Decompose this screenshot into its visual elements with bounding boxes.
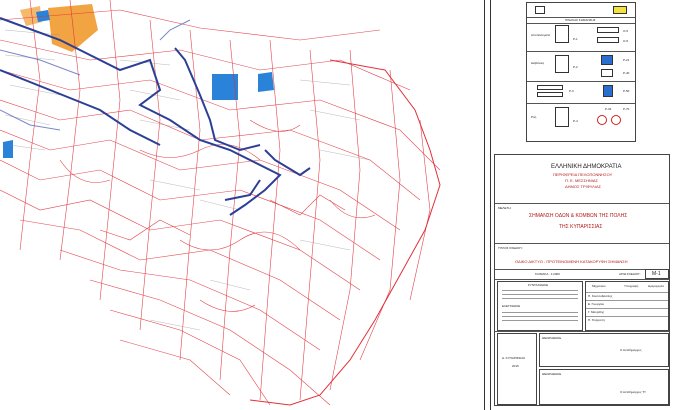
authority-line-2: ΠΕΡΙΦΕΡΕΙΑ ΠΕΛΟΠΟΝΝΗΣΟΥ bbox=[553, 172, 613, 177]
eng-row-1 bbox=[586, 292, 668, 293]
legend-right-code-6: Ρ-32 bbox=[605, 107, 612, 111]
drawing-sheet: ΠΙΝΑΚΑΣ ΣΗΜΑΝΣΗΣ Αποτελέσματα Ρ-1 Ο-5 Ο-… bbox=[0, 0, 674, 410]
frame-line-2 bbox=[490, 0, 491, 410]
legend-right-code-5: Ρ-50 bbox=[623, 89, 630, 93]
approval-signature-1: Ο Αντιδήμαρχος bbox=[620, 348, 642, 352]
route-lines-secondary bbox=[0, 19, 191, 131]
engineer-1: Π. Κουτσοβασίλης bbox=[588, 294, 613, 298]
direction-plate-icon-1 bbox=[537, 85, 563, 90]
legend-row-4-note: Ροή bbox=[531, 115, 537, 119]
col-header-date: Ημερομηνία bbox=[648, 284, 664, 288]
legend-right-code-3: Ρ-21 bbox=[623, 58, 630, 62]
legend-top-sign-1 bbox=[535, 6, 545, 14]
sheet-label: ΑΡΙΘ.ΣΧΕΔΙΟΥ: bbox=[619, 272, 641, 276]
sheet-number: Μ-1 bbox=[652, 271, 661, 277]
zone-blue-1 bbox=[212, 74, 238, 100]
legend-divider-2 bbox=[527, 23, 635, 24]
approval-label-1: ΘΕΩΡΗΘΗΚΕ bbox=[542, 336, 562, 340]
legend-right-code-7: Ρ-70 bbox=[623, 107, 630, 111]
legend-right-code-1: Ο-5 bbox=[623, 29, 629, 33]
urban-boundary bbox=[249, 59, 441, 406]
legend-right-code-4: Ρ-40 bbox=[623, 71, 630, 75]
engineer-4: Π. Τσιριγώτη bbox=[588, 318, 605, 322]
col-header-signature: Υπογραφή bbox=[624, 284, 639, 288]
tb-divider-1 bbox=[495, 203, 669, 204]
no-left-turn-icon bbox=[597, 115, 607, 125]
direction-plate-icon-2 bbox=[537, 92, 563, 97]
place-date-box: Δ. ΚΥΠΑΡΙΣΣΙΑΣ 2016 bbox=[497, 333, 537, 405]
study-title-line-2: ΤΗΣ ΚΥΠΑΡΙΣΣΙΑΣ bbox=[559, 224, 603, 230]
left-arrow-sign-icon bbox=[555, 55, 569, 73]
checked-line-1 bbox=[502, 312, 578, 313]
sheet-number-box: Μ-1 bbox=[645, 269, 669, 279]
eng-row-2 bbox=[586, 300, 668, 301]
right-arrow-sign-icon bbox=[555, 25, 569, 43]
legend-row-3-code: Ρ-3 bbox=[569, 89, 574, 93]
legend-panel: ΠΙΝΑΚΑΣ ΣΗΜΑΝΣΗΣ Αποτελέσματα Ρ-1 Ο-5 Ο-… bbox=[526, 2, 636, 142]
authority-line-3: Π. Ε. ΜΕΣΣΗΝΙΑΣ bbox=[565, 178, 598, 183]
legend-header: ΠΙΝΑΚΑΣ ΣΗΜΑΝΣΗΣ bbox=[565, 18, 596, 22]
engineers-table: Μηχανικοί Υπογραφή Ημερομηνία Π. Κουτσοβ… bbox=[585, 281, 669, 331]
road-network bbox=[0, 0, 441, 406]
engineer-2: Ε. Γεωργίου bbox=[588, 302, 605, 306]
legend-top-sign-2 bbox=[613, 6, 627, 14]
legend-divider-4 bbox=[527, 81, 635, 82]
tb-divider-4 bbox=[495, 279, 669, 280]
legend-row-1-note: Αποτελέσματα bbox=[531, 33, 551, 37]
study-label: ΜΕΛΕΤΗ: bbox=[498, 206, 512, 210]
legend-divider-5 bbox=[527, 103, 635, 104]
study-title-line-1: ΣΗΜΑΝΣΗ ΟΔΩΝ & ΚΟΜΒΩΝ ΤΗΣ ΠΟΛΗΣ bbox=[529, 213, 628, 219]
authority-line-1: ΕΛΛΗΝΙΚΗ ΔΗΜΟΚΡΑΤΙΑ bbox=[551, 164, 622, 170]
approval-box-2: ΘΕΩΡΗΘΗΚΕ Ο Αντιδήμαρχος ΤΥ bbox=[539, 369, 669, 405]
approval-signature-2: Ο Αντιδήμαρχος ΤΥ bbox=[620, 390, 647, 394]
direction-sign-icon bbox=[597, 27, 619, 33]
place-label: Δ. ΚΥΠΑΡΙΣΣΙΑΣ bbox=[502, 356, 526, 360]
direction-sign-icon-2 bbox=[597, 37, 619, 43]
info-sign-icon bbox=[601, 69, 613, 77]
approval-box-1: ΘΕΩΡΗΘΗΚΕ Ο Αντιδήμαρχος bbox=[539, 333, 669, 367]
drafted-line-1 bbox=[502, 290, 578, 291]
no-uturn-icon bbox=[611, 115, 621, 125]
city-road-map[interactable] bbox=[0, 0, 490, 410]
eng-row-4 bbox=[586, 316, 668, 317]
parcel-lines bbox=[4, 29, 371, 331]
legend-divider-3 bbox=[527, 51, 635, 52]
drafted-line-3 bbox=[502, 298, 578, 299]
up-arrow-sign-icon bbox=[603, 85, 613, 97]
right-arrow-sign-icon-2 bbox=[555, 107, 569, 127]
checked-line-3 bbox=[502, 320, 578, 321]
drawing-label: ΤΙΤΛΟΣ ΣΧΕΔΙΟΥ: bbox=[498, 246, 523, 250]
legend-row-2-note: Διαβάσεις bbox=[531, 61, 545, 65]
year-label: 2016 bbox=[512, 364, 519, 368]
drafted-label: ΣΥΝΤΑΧΘΗΚΕ bbox=[528, 283, 549, 287]
legend-right-code-2: Ο-5 bbox=[623, 39, 629, 43]
engineer-3: Γ. Μαυρίδης bbox=[588, 310, 605, 314]
tb-divider-2 bbox=[495, 243, 669, 244]
legend-row-2-code: Ρ-2 bbox=[573, 65, 578, 69]
legend-row-4-code: Ρ-4 bbox=[573, 119, 578, 123]
legend-row-1-code: Ρ-1 bbox=[573, 37, 578, 41]
route-lines bbox=[0, 17, 311, 216]
drafted-box: ΣΥΝΤΑΧΘΗΚΕ ΕΛΕΓΧΘΗΚΕ bbox=[497, 281, 583, 331]
drawing-title: ΟΔΙΚΟ ΔΙΚΤΥΟ - ΠΡΟΤΕΙΝΟΜΕΝΗ ΚΑΤΑΚΟΡΥΦΗ Σ… bbox=[515, 259, 628, 264]
pedestrian-crossing-icon bbox=[601, 55, 613, 65]
eng-row-3 bbox=[586, 308, 668, 309]
frame-line-1 bbox=[484, 0, 485, 410]
approval-label-2: ΘΕΩΡΗΘΗΚΕ bbox=[542, 372, 562, 376]
checked-line-2 bbox=[502, 316, 578, 317]
zone-blue-3 bbox=[3, 140, 13, 158]
title-block: ΕΛΛΗΝΙΚΗ ΔΗΜΟΚΡΑΤΙΑ ΠΕΡΙΦΕΡΕΙΑ ΠΕΛΟΠΟΝΝΗ… bbox=[494, 154, 670, 406]
checked-label: ΕΛΕΓΧΘΗΚΕ bbox=[502, 304, 521, 308]
drafted-line-2 bbox=[502, 294, 578, 295]
zone-blue-2 bbox=[258, 72, 274, 92]
authority-line-4: ΔΗΜΟΣ ΤΡΙΦΥΛΙΑΣ bbox=[565, 184, 602, 189]
tb-divider-3 bbox=[495, 269, 669, 270]
col-header-engineers: Μηχανικοί bbox=[592, 284, 606, 288]
tb-divider-5 bbox=[495, 331, 669, 332]
scale-label: ΚΛΙΜΑΚΑ : 1:2000 bbox=[535, 272, 560, 276]
